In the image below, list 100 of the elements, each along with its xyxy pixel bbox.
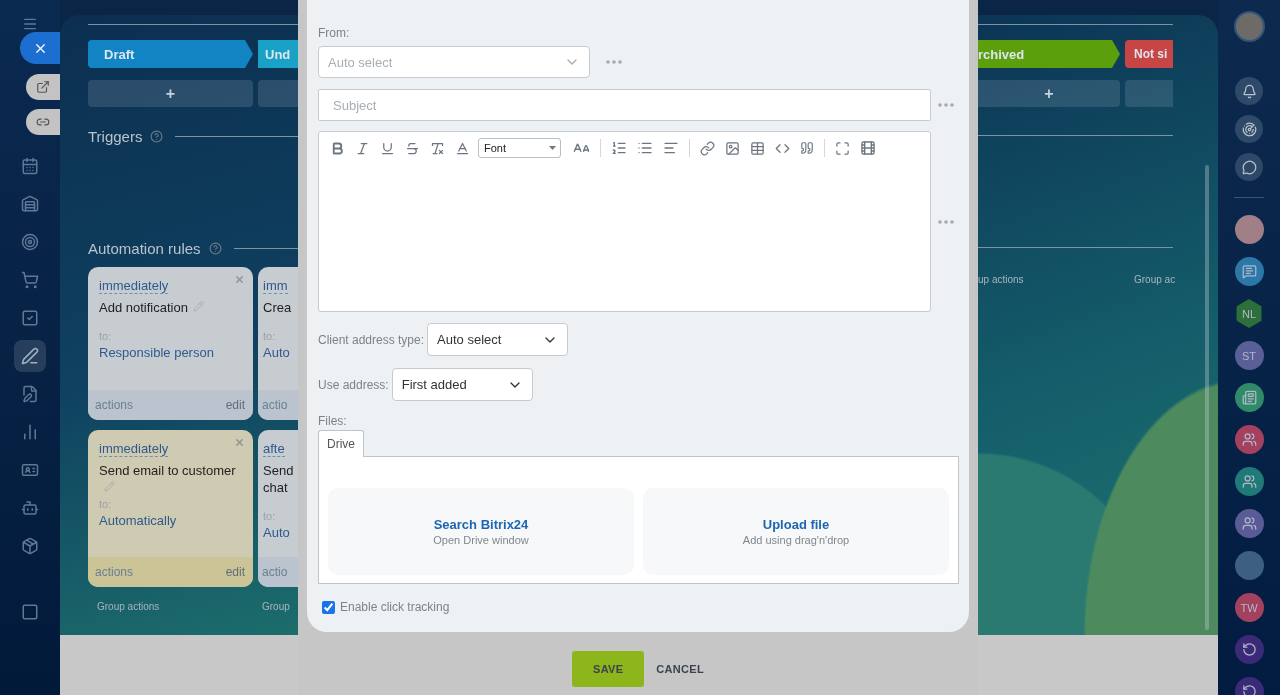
checkbox-label: Enable click tracking	[340, 600, 450, 614]
align-left-icon	[663, 140, 679, 156]
target-link[interactable]: Automatically	[99, 513, 242, 528]
from-select[interactable]: Auto select	[318, 46, 590, 78]
initials-avatar[interactable]: NL	[1234, 299, 1264, 328]
edit-link[interactable]: edit	[225, 398, 245, 412]
clear-format-icon	[430, 140, 445, 156]
more-icon[interactable]	[938, 219, 954, 224]
radar-button[interactable]	[1235, 115, 1263, 143]
radar-icon	[1241, 121, 1257, 137]
target-link[interactable]: Responsible person	[99, 345, 242, 360]
timing-link[interactable]: imm	[263, 278, 288, 294]
close-icon	[234, 274, 245, 285]
drive-tab[interactable]: Drive	[318, 430, 364, 457]
stage-tab[interactable]: rchived	[978, 40, 1120, 68]
id-card-icon	[21, 461, 39, 479]
stage-tab[interactable]: Und	[258, 40, 298, 68]
timing-link[interactable]: afte	[263, 441, 285, 457]
group-actions-link[interactable]: Group actions	[88, 601, 258, 612]
cancel-button[interactable]: CANCEL	[656, 650, 704, 687]
text-color-icon	[455, 140, 470, 156]
file-source-tile[interactable]: Upload file Add using drag'n'drop	[643, 488, 949, 575]
initials-avatar[interactable]: TW	[1234, 593, 1264, 622]
square-icon	[21, 603, 39, 621]
stage-tab[interactable]: Draft	[88, 40, 253, 68]
refresh-icon	[1241, 684, 1257, 695]
target-link[interactable]: Auto	[263, 345, 298, 360]
scrollbar[interactable]	[1205, 165, 1209, 630]
use-address-select[interactable]: First added	[391, 368, 533, 401]
group-actions-link[interactable]: up actions	[978, 274, 1134, 285]
more-icon[interactable]	[938, 103, 954, 107]
rule-title: Add notification	[99, 300, 188, 315]
field-label: Use address:	[318, 377, 389, 392]
target-link[interactable]: Auto	[263, 525, 298, 540]
tile-subtitle: Add using drag'n'drop	[742, 534, 850, 546]
close-button[interactable]	[20, 32, 60, 64]
group-actions-link[interactable]: Group ac	[1134, 274, 1173, 285]
pencil-icon	[192, 301, 204, 312]
package-icon	[21, 537, 39, 555]
pen-icon	[21, 347, 39, 365]
actions-label: actions	[95, 565, 134, 579]
file-source-tile[interactable]: Search Bitrix24 Open Drive window	[328, 488, 634, 575]
group-avatar[interactable]	[1234, 467, 1264, 496]
app-avatar[interactable]	[1234, 635, 1264, 664]
bullet-list-icon	[637, 140, 653, 156]
caret-icon	[549, 146, 556, 150]
group-avatar[interactable]	[1234, 509, 1264, 538]
field-label: From:	[318, 26, 351, 40]
section-title: Automation rules	[88, 239, 201, 257]
menu-icon	[22, 16, 38, 32]
bold-icon	[330, 140, 345, 156]
chat-icon	[1241, 159, 1257, 175]
message-editor[interactable]: Font	[318, 131, 931, 312]
help-icon	[150, 129, 164, 143]
subject-field[interactable]: Subject	[318, 89, 931, 121]
bell-icon	[1241, 83, 1257, 99]
document-edit-icon	[21, 385, 39, 403]
link-icon	[700, 140, 715, 156]
click-tracking-checkbox[interactable]	[322, 600, 335, 614]
news-avatar[interactable]	[1234, 383, 1264, 412]
chat-button[interactable]	[1235, 153, 1263, 181]
notifications-button[interactable]	[1235, 77, 1263, 105]
chat-avatar[interactable]	[1234, 257, 1264, 286]
add-button[interactable]: +	[978, 80, 1120, 107]
pencil-icon	[104, 481, 115, 492]
user-avatar[interactable]	[1233, 11, 1265, 42]
initials-avatar[interactable]: ST	[1234, 341, 1264, 370]
group-avatar[interactable]	[1234, 425, 1264, 454]
strikethrough-icon	[405, 140, 420, 156]
save-button[interactable]: SAVE	[572, 650, 645, 687]
help-icon	[208, 241, 222, 255]
group-actions-link[interactable]: Group	[258, 601, 298, 612]
italic-icon	[355, 140, 370, 156]
photo-placeholder[interactable]	[1234, 551, 1264, 580]
photo-placeholder[interactable]	[1234, 215, 1264, 244]
address-type-select[interactable]: Auto select	[427, 323, 569, 356]
chat-icon	[1241, 264, 1257, 279]
edit-link[interactable]: edit	[225, 565, 245, 579]
open-external-button[interactable]	[26, 74, 60, 100]
check-square-icon	[21, 309, 39, 327]
stage-tab[interactable]: Not si	[1125, 40, 1173, 68]
nav-item[interactable]	[14, 340, 46, 372]
numbered-list-icon	[611, 140, 627, 156]
underline-icon	[380, 140, 395, 156]
users-icon	[1241, 474, 1257, 489]
newspaper-icon	[1241, 390, 1257, 405]
timing-link[interactable]: immediately	[99, 278, 169, 294]
section-title: Triggers	[88, 127, 143, 145]
actions-label: actions	[95, 398, 134, 412]
timing-link[interactable]: immediately	[99, 441, 169, 457]
link-icon	[36, 115, 50, 129]
copy-link-button[interactable]	[26, 109, 60, 135]
users-icon	[1241, 432, 1257, 447]
quote-icon	[800, 141, 814, 155]
font-select[interactable]: Font	[478, 138, 561, 158]
more-icon[interactable]	[606, 60, 622, 64]
add-button[interactable]: +	[88, 80, 253, 107]
video-icon	[860, 140, 876, 156]
robot-icon	[21, 499, 39, 517]
target-icon	[21, 233, 39, 251]
